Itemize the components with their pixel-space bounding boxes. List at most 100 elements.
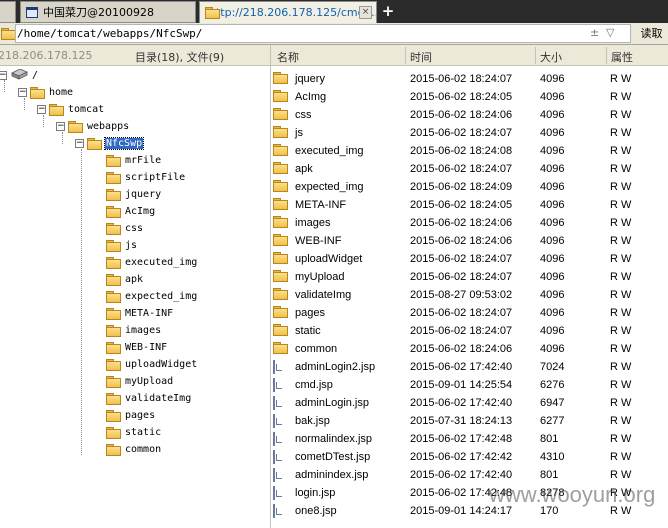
- file-size: 4096: [540, 289, 565, 301]
- collapse-icon[interactable]: −: [75, 139, 84, 148]
- file-time: 2015-06-02 17:42:48: [410, 433, 513, 445]
- column-divider[interactable]: [535, 47, 536, 64]
- file-attr: R W: [610, 343, 632, 355]
- column-name[interactable]: 名称: [277, 49, 299, 65]
- file-time: 2015-06-02 18:24:05: [410, 199, 513, 211]
- folder-icon: [106, 409, 121, 422]
- file-size: 7024: [540, 361, 565, 373]
- file-name: one8.jsp: [295, 505, 337, 517]
- folder-icon: [68, 120, 83, 133]
- tree-node-static[interactable]: static: [106, 424, 162, 441]
- file-icon: [273, 486, 275, 500]
- tree-node-common[interactable]: common: [106, 441, 162, 458]
- folder-row[interactable]: css 2015-06-02 18:24:06 4096 R W: [272, 106, 668, 124]
- file-attr: R W: [610, 163, 632, 175]
- plus-minus-icon[interactable]: ±: [590, 26, 599, 39]
- column-divider[interactable]: [606, 47, 607, 64]
- tree-node-validateimg[interactable]: validateImg: [106, 390, 192, 407]
- tree-node-images[interactable]: images: [106, 322, 162, 339]
- tree-node-meta-inf[interactable]: META-INF: [106, 305, 174, 322]
- tree-label: executed_img: [125, 257, 198, 268]
- tree-label: apk: [125, 274, 144, 285]
- file-icon: [273, 432, 275, 446]
- tree-label: uploadWidget: [125, 359, 198, 370]
- file-row[interactable]: normalindex.jsp 2015-06-02 17:42:48 801 R W: [272, 430, 668, 448]
- tree-node-jquery[interactable]: jquery: [106, 186, 162, 203]
- file-row[interactable]: bak.jsp 2015-07-31 18:24:13 6277 R W: [272, 412, 668, 430]
- file-row[interactable]: cometDTest.jsp 2015-06-02 17:42:42 4310 R W: [272, 448, 668, 466]
- file-size: 4096: [540, 271, 565, 283]
- chevron-down-icon[interactable]: ▽: [606, 26, 614, 39]
- file-time: 2015-06-02 18:24:07: [410, 253, 513, 265]
- add-tab-button[interactable]: +: [380, 1, 396, 21]
- column-size[interactable]: 大小: [540, 49, 562, 65]
- file-row[interactable]: adminLogin.jsp 2015-06-02 17:42:40 6947 R W: [272, 394, 668, 412]
- folder-row[interactable]: jquery 2015-06-02 18:24:07 4096 R W: [272, 70, 668, 88]
- file-row[interactable]: adminLogin2.jsp 2015-06-02 17:42:40 7024 R …: [272, 358, 668, 376]
- tab-file-manager[interactable]: http://218.206.178.125/cmd.j... ×: [199, 1, 377, 23]
- tree-node-js[interactable]: js: [106, 237, 138, 254]
- folder-row[interactable]: expected_img 2015-06-02 18:24:09 4096 R W: [272, 178, 668, 196]
- folder-row[interactable]: static 2015-06-02 18:24:07 4096 R W: [272, 322, 668, 340]
- tree-node-web-inf[interactable]: WEB-INF: [106, 339, 168, 356]
- folder-row[interactable]: apk 2015-06-02 18:24:07 4096 R W: [272, 160, 668, 178]
- file-row[interactable]: cmd.jsp 2015-09-01 14:25:54 6276 R W: [272, 376, 668, 394]
- tree-node-root[interactable]: − /: [0, 67, 39, 84]
- column-divider[interactable]: [405, 47, 406, 64]
- file-name: cometDTest.jsp: [295, 451, 371, 463]
- collapse-icon[interactable]: −: [0, 71, 7, 80]
- tree-node-nfcswp[interactable]: − NfcSwp: [75, 135, 145, 152]
- folder-icon: [106, 188, 121, 201]
- folder-row[interactable]: WEB-INF 2015-06-02 18:24:06 4096 R W: [272, 232, 668, 250]
- column-header: 218.206.178.125 目录(18), 文件(9) 名称 时间 大小 属…: [0, 45, 668, 66]
- folder-row[interactable]: AcImg 2015-06-02 18:24:05 4096 R W: [272, 88, 668, 106]
- close-icon[interactable]: ×: [359, 6, 372, 19]
- folder-row[interactable]: js 2015-06-02 18:24:07 4096 R W: [272, 124, 668, 142]
- watermark: www.wooyun.org: [489, 482, 656, 507]
- folder-row[interactable]: validateImg 2015-08-27 09:53:02 4096 R W: [272, 286, 668, 304]
- folder-row[interactable]: myUpload 2015-06-02 18:24:07 4096 R W: [272, 268, 668, 286]
- tab-main[interactable]: 中国菜刀@20100928: [20, 1, 196, 23]
- folder-row[interactable]: META-INF 2015-06-02 18:24:05 4096 R W: [272, 196, 668, 214]
- tree-node-home[interactable]: − home: [18, 84, 74, 101]
- column-time[interactable]: 时间: [410, 49, 432, 65]
- file-size: 4096: [540, 217, 565, 229]
- tree-node-tomcat[interactable]: − tomcat: [37, 101, 105, 118]
- file-attr: R W: [610, 235, 632, 247]
- file-time: 2015-06-02 18:24:06: [410, 343, 513, 355]
- tree-node-myupload[interactable]: myUpload: [106, 373, 174, 390]
- tree-node-mrfile[interactable]: mrFile: [106, 152, 162, 169]
- file-time: 2015-06-02 18:24:07: [410, 73, 513, 85]
- folder-row[interactable]: uploadWidget 2015-06-02 18:24:07 4096 R W: [272, 250, 668, 268]
- tree-label: validateImg: [125, 393, 192, 404]
- folder-row[interactable]: pages 2015-06-02 18:24:07 4096 R W: [272, 304, 668, 322]
- path-input[interactable]: /home/tomcat/webapps/NfcSwp/: [15, 24, 631, 43]
- host-label: 218.206.178.125: [0, 49, 93, 62]
- file-time: 2015-06-02 18:24:07: [410, 271, 513, 283]
- collapse-icon[interactable]: −: [56, 122, 65, 131]
- file-attr: R W: [610, 127, 632, 139]
- read-button[interactable]: 读取: [635, 24, 668, 43]
- folder-row[interactable]: executed_img 2015-06-02 18:24:08 4096 R W: [272, 142, 668, 160]
- column-attr[interactable]: 属性: [611, 49, 633, 65]
- tree-node-expected_img[interactable]: expected_img: [106, 288, 198, 305]
- tree-node-webapps[interactable]: − webapps: [56, 118, 130, 135]
- tree-node-pages[interactable]: pages: [106, 407, 156, 424]
- tree-node-acimg[interactable]: AcImg: [106, 203, 156, 220]
- file-size: 4096: [540, 73, 565, 85]
- file-name: AcImg: [295, 91, 327, 103]
- collapse-icon[interactable]: −: [18, 88, 27, 97]
- folder-row[interactable]: images 2015-06-02 18:24:06 4096 R W: [272, 214, 668, 232]
- tree-node-executed_img[interactable]: executed_img: [106, 254, 198, 271]
- tree-node-css[interactable]: css: [106, 220, 144, 237]
- collapse-icon[interactable]: −: [37, 105, 46, 114]
- window-icon: [26, 6, 38, 18]
- tree-node-scriptfile[interactable]: scriptFile: [106, 169, 186, 186]
- tab-partial[interactable]: [0, 1, 16, 23]
- file-name: static: [295, 325, 321, 337]
- tree-node-apk[interactable]: apk: [106, 271, 144, 288]
- file-name: validateImg: [295, 289, 352, 301]
- folder-row[interactable]: common 2015-06-02 18:24:06 4096 R W: [272, 340, 668, 358]
- tree-node-uploadwidget[interactable]: uploadWidget: [106, 356, 198, 373]
- file-attr: R W: [610, 325, 632, 337]
